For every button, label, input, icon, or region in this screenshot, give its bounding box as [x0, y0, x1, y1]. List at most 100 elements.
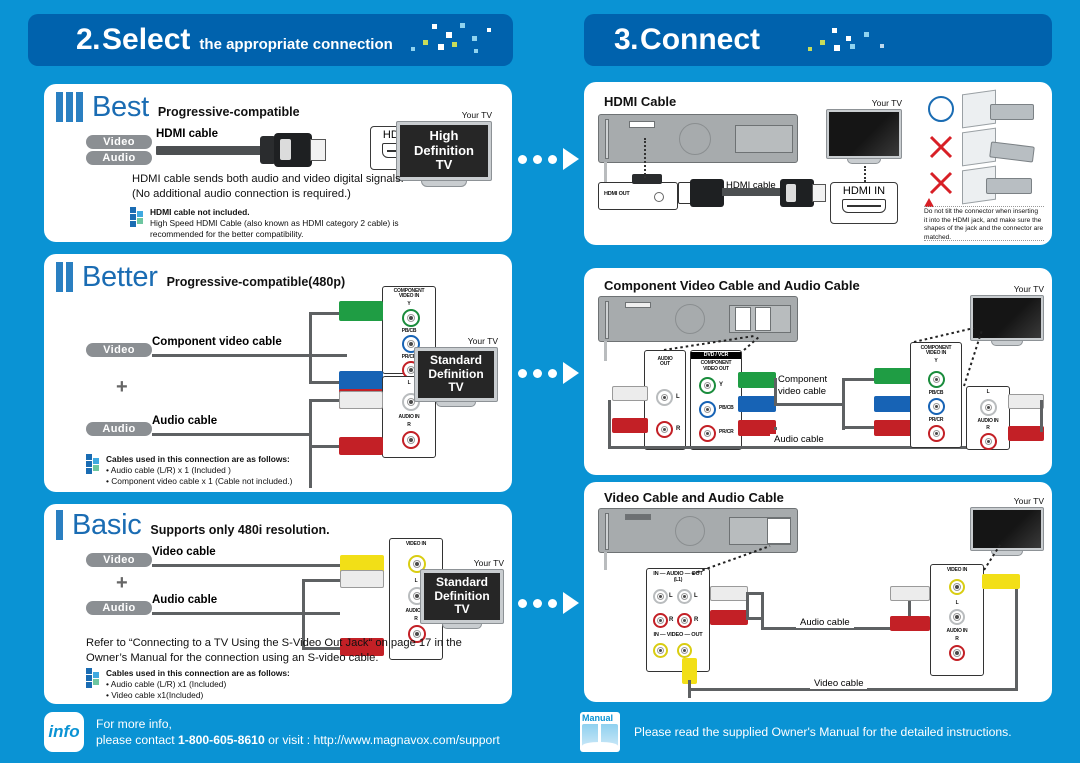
- panel-audio-in-right: L AUDIO IN R: [966, 386, 1010, 450]
- hdmi-in-jack-box-right: HDMI IN: [830, 182, 898, 224]
- card-component-connect: Component Video Cable and Audio Cable AU…: [584, 268, 1052, 475]
- hdmi-connector-tip: [310, 139, 326, 161]
- plug-red-better: [339, 437, 383, 455]
- panel-title-component: COMPONENT VIDEO IN: [393, 288, 425, 300]
- audio-cable-label-better: Audio cable: [152, 415, 218, 427]
- component-section-title: Component Video Cable and Audio Cable: [604, 278, 860, 293]
- tv-hdmi-connect: Your TV: [826, 98, 902, 164]
- basic-refer-text: Refer to “Connecting to a TV Using the S…: [86, 637, 462, 664]
- step-3-header: 3. Connect: [584, 14, 1052, 66]
- cross-icon-2: [929, 171, 953, 195]
- leader-lines-component: [663, 328, 983, 387]
- plug-white-better: [339, 391, 383, 409]
- branch-wire-v3: [309, 381, 339, 384]
- branch-basic-1: [302, 579, 305, 615]
- better-note-item-2: • Component video cable x 1 (Cable not i…: [106, 475, 293, 486]
- step-2-header: 2. Select the appropriate connection: [28, 14, 513, 66]
- av-out-r1: R: [669, 617, 674, 623]
- component-video-wire: [152, 354, 347, 357]
- video-cable-label-basic: Video cable: [152, 546, 216, 558]
- bullet-squares-basic: [86, 668, 102, 688]
- quality-subtitle-best: Progressive-compatible: [157, 105, 300, 119]
- bullet-squares-better: [86, 454, 102, 474]
- quality-bars-best: [56, 92, 83, 122]
- best-body-text: HDMI cable sends both audio and video di…: [132, 173, 404, 200]
- better-note-item-1: • Audio cable (L/R) x 1 (Included ): [106, 464, 231, 475]
- device-back-hdmi: [598, 114, 798, 163]
- component-video-cable-label: Component video cable: [152, 336, 282, 348]
- tv-text-line3-better: TV: [448, 380, 464, 395]
- quality-word-basic: Basic: [72, 509, 142, 542]
- step-2-subtitle: the appropriate connection: [199, 36, 393, 53]
- footer-info-line2-pre: please contact: [96, 733, 178, 747]
- tv-text-line2-best: Definition: [414, 142, 474, 158]
- branch-wire-a4: [309, 445, 339, 448]
- card-video-connect: Video Cable and Audio Cable IN — AUDIO —…: [584, 482, 1052, 702]
- audio-in-l-right: L: [986, 389, 990, 395]
- av-out-l1: L: [669, 593, 673, 599]
- branch-basic-2: [302, 579, 340, 582]
- panel-av-out: IN — AUDIO — OUT (L1) L L R R IN — VIDEO…: [646, 568, 710, 672]
- footer-manual: Manual Please read the supplied Owner's …: [580, 712, 1012, 752]
- footer-phone: 1-800-605-8610: [177, 733, 265, 747]
- plug-red-video-out: [710, 610, 748, 625]
- your-tv-caption-best: Your TV: [461, 110, 492, 120]
- plug-red-in-right: [1008, 426, 1044, 441]
- plug-white-in-right-3: [890, 586, 930, 601]
- in-video-out-title: IN — VIDEO — OUT: [653, 632, 703, 638]
- plug-blue: [339, 371, 383, 391]
- component-in-pb: PB/CB: [928, 390, 944, 396]
- audio-cable-label-basic: Audio cable: [152, 594, 218, 606]
- pill-video-better: Video: [86, 343, 152, 357]
- footer-info-line1: For more info,: [96, 716, 172, 731]
- audio-in-title-right: AUDIO IN: [977, 418, 999, 424]
- tv-text-line1-basic: Standard: [435, 575, 488, 589]
- tv-text-line2-basic: Definition: [434, 588, 490, 603]
- video-cable-label-right-3: Video cable: [810, 678, 868, 689]
- hdmi-section-title: HDMI Cable: [604, 94, 677, 109]
- connector-illus-1: [990, 104, 1034, 120]
- hdmi-out-dotted-leader: [644, 138, 646, 178]
- step-2-word: Select: [102, 23, 191, 56]
- audio-cable-label-right-3: Audio cable: [796, 617, 854, 628]
- quality-subtitle-better: Progressive-compatible(480p): [166, 275, 346, 289]
- your-tv-caption-basic: Your TV: [473, 558, 504, 568]
- plug-blue-in: [874, 396, 912, 412]
- card-better: Better Progressive-compatible(480p) Vide…: [44, 254, 512, 492]
- tv-text-line1-best: High: [429, 128, 459, 143]
- quality-word-better: Better: [82, 261, 158, 294]
- plug-white-video-out: [710, 586, 748, 601]
- your-tv-caption-hdmi: Your TV: [871, 98, 902, 108]
- branch-wire-a2: [309, 399, 339, 402]
- hdmi-plug-right-tip: [812, 184, 826, 202]
- hdmi-cable-mid-label: HDMI cable: [726, 180, 776, 191]
- video-wire-basic: [152, 564, 352, 567]
- your-tv-caption-better: Your TV: [467, 336, 498, 346]
- branch-wire-a1: [309, 433, 312, 488]
- card-best: Best Progressive-compatible Video Audio …: [44, 84, 512, 242]
- hdmi-cable-wire: [156, 146, 264, 155]
- tv-text-line3-basic: TV: [454, 602, 470, 617]
- hdmi-in-label-right: HDMI IN: [842, 185, 886, 197]
- arrow-better: [518, 362, 579, 384]
- step-3-word: Connect: [640, 23, 761, 56]
- tv-sd-basic: Your TV Standard Definition TV: [420, 558, 504, 630]
- basic-note-title: Cables used in this connection are as fo…: [106, 668, 290, 678]
- pill-video-best: Video: [86, 135, 152, 149]
- plug-white-basic: [340, 570, 384, 588]
- footer-info-line2-post[interactable]: or visit : http://www.magnavox.com/suppo…: [265, 733, 500, 747]
- card-hdmi-connect: HDMI Cable HDMI OUT HDMI cable Your TV H…: [584, 82, 1052, 245]
- audio-wire-basic: [152, 612, 304, 615]
- branch-wire-v1: [309, 312, 312, 384]
- pill-video-basic: Video: [86, 553, 152, 567]
- basic-note-item-1: • Audio cable (L/R) x1 (Included): [106, 678, 227, 689]
- branch-basic-3: [302, 612, 340, 615]
- info-badge-icon: info: [44, 712, 84, 752]
- hdmi-warning-text: Do not tilt the connector when inserting…: [924, 208, 1044, 242]
- best-note-title: HDMI cable not included.: [150, 207, 250, 217]
- leader-lines-video: [691, 541, 1003, 575]
- plug-blue-out: [738, 396, 776, 412]
- arrow-basic: [518, 592, 579, 614]
- branch-wire-a3: [309, 399, 312, 434]
- connector-illus-2: [989, 141, 1035, 163]
